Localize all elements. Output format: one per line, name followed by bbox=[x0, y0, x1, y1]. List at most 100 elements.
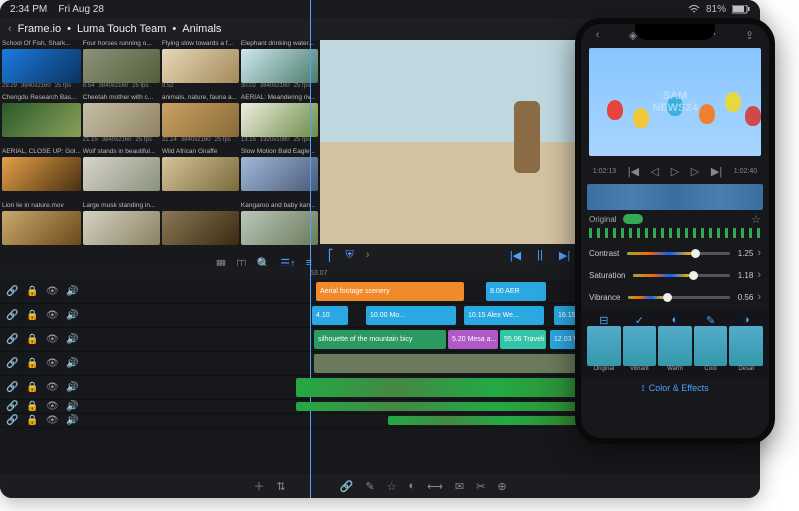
lock-track-icon[interactable]: 🔒 bbox=[26, 401, 38, 412]
timeline-clip[interactable]: 10.00 Mo... bbox=[366, 306, 456, 325]
filter-icon[interactable]: ≡ bbox=[306, 257, 312, 266]
visibility-icon[interactable]: 👁 bbox=[46, 415, 58, 426]
mail-icon[interactable]: ✉ bbox=[455, 480, 464, 493]
link-track-icon[interactable]: 🔗 bbox=[6, 310, 18, 321]
chevron-right-icon[interactable]: › bbox=[366, 249, 370, 262]
lock-track-icon[interactable]: 🔒 bbox=[26, 382, 38, 393]
link-track-icon[interactable]: 🔗 bbox=[6, 286, 18, 297]
play-icon[interactable]: ▷ bbox=[671, 165, 679, 178]
skip-back-icon[interactable]: |◀ bbox=[628, 165, 639, 178]
slider-knob[interactable] bbox=[663, 293, 672, 302]
search-icon[interactable]: 🔍 bbox=[257, 257, 271, 267]
cut-icon[interactable]: ✂ bbox=[476, 480, 485, 493]
crumb-root[interactable]: Frame.io bbox=[18, 23, 61, 35]
media-clip[interactable]: Wolf stands in beautiful... bbox=[83, 148, 160, 200]
slider-track[interactable] bbox=[628, 296, 729, 299]
chevron-right-icon[interactable]: › bbox=[757, 291, 761, 303]
mute-icon[interactable]: 🔊 bbox=[66, 415, 78, 426]
crop-icon[interactable]: ◫ bbox=[236, 257, 246, 267]
timeline-clip[interactable]: silhouette of the mountain bicy bbox=[314, 330, 446, 349]
media-clip[interactable]: Elephant drinking water... 30.023840x216… bbox=[241, 40, 318, 92]
share-icon[interactable]: ⇪ bbox=[745, 29, 754, 42]
phone-timeline-strip[interactable] bbox=[587, 184, 763, 210]
media-clip[interactable]: Cheetah mother with c... 21.153840x21602… bbox=[83, 94, 160, 146]
media-clip[interactable] bbox=[162, 202, 239, 254]
slider-track[interactable] bbox=[627, 252, 730, 255]
add-track-icon[interactable]: ＋ bbox=[253, 478, 264, 494]
timeline-clip[interactable]: Aerial footage scenery bbox=[316, 282, 464, 301]
media-clip[interactable]: Chengdu Research Bas... bbox=[2, 94, 81, 146]
reorder-icon[interactable]: ⇅ bbox=[276, 480, 285, 493]
media-clip[interactable]: AERIAL, CLOSE UP: Gol... bbox=[2, 148, 81, 200]
link-track-icon[interactable]: 🔗 bbox=[6, 401, 18, 412]
mute-icon[interactable]: 🔊 bbox=[66, 334, 78, 345]
media-clip[interactable]: Flying slow towards a f... 9.52 bbox=[162, 40, 239, 92]
phone-preview[interactable]: SAM NEWS24 bbox=[589, 48, 761, 156]
back-icon[interactable]: ‹ bbox=[596, 29, 600, 41]
mute-icon[interactable]: 🔊 bbox=[66, 358, 78, 369]
link-icon[interactable]: 🔗 bbox=[340, 480, 354, 493]
filter-preset[interactable]: ◑ Desat bbox=[729, 314, 763, 374]
media-clip[interactable]: AERIAL: Meandering riv... 13.151920x1080… bbox=[241, 94, 318, 146]
phone-bottom-tab[interactable]: ⟟ Color & Effects bbox=[581, 378, 769, 398]
mute-icon[interactable]: 🔊 bbox=[66, 382, 78, 393]
shield-icon[interactable]: ⛨ bbox=[346, 249, 354, 262]
sort-icon[interactable]: ☰↕ bbox=[280, 257, 295, 267]
slider-track[interactable] bbox=[633, 274, 729, 277]
chevron-left-icon[interactable]: ‹ bbox=[8, 23, 12, 35]
media-clip[interactable]: animals, nature, fauna a... 31.143840x21… bbox=[162, 94, 239, 146]
visibility-icon[interactable]: 👁 bbox=[46, 358, 58, 369]
lock-track-icon[interactable]: 🔒 bbox=[26, 415, 38, 426]
trim-icon[interactable]: ⟷ bbox=[427, 480, 443, 493]
original-toggle[interactable] bbox=[623, 214, 643, 224]
lock-track-icon[interactable]: 🔒 bbox=[26, 358, 38, 369]
media-clip[interactable]: School Of Fish, Shark... 29.293840x21602… bbox=[2, 40, 81, 92]
media-clip[interactable]: Slow Motion Bald Eagle... bbox=[241, 148, 318, 200]
filter-preset[interactable]: ◐ Warm bbox=[658, 314, 692, 374]
mute-icon[interactable]: 🔊 bbox=[66, 401, 78, 412]
star-icon[interactable]: ☆ bbox=[387, 480, 397, 493]
mute-icon[interactable]: 🔊 bbox=[66, 310, 78, 321]
keyframe-strip[interactable] bbox=[589, 228, 761, 238]
filter-preset[interactable]: ✓ Vibrant bbox=[623, 314, 657, 374]
media-clip[interactable]: Four horses running o... 8.543840x216025… bbox=[83, 40, 160, 92]
chevron-right-icon[interactable]: › bbox=[757, 269, 761, 281]
grid-view-icon[interactable]: ▦ bbox=[216, 257, 226, 267]
link-track-icon[interactable]: 🔗 bbox=[6, 358, 18, 369]
link-track-icon[interactable]: 🔗 bbox=[6, 334, 18, 345]
timeline-clip[interactable]: 5.20 Mesa a... bbox=[448, 330, 498, 349]
slider-knob[interactable] bbox=[691, 249, 700, 258]
filter-preset[interactable]: ✎ Cool bbox=[694, 314, 728, 374]
slider-knob[interactable] bbox=[689, 271, 698, 280]
visibility-icon[interactable]: 👁 bbox=[46, 401, 58, 412]
mark-in-icon[interactable]: ⎡ bbox=[328, 249, 334, 262]
prev-frame-button[interactable]: |◀ bbox=[510, 249, 521, 262]
timeline-clip[interactable]: 55.06 Traveli bbox=[500, 330, 546, 349]
favorite-icon[interactable]: ☆ bbox=[751, 213, 761, 226]
play-pause-button[interactable]: || bbox=[537, 249, 543, 261]
visibility-icon[interactable]: 👁 bbox=[46, 382, 58, 393]
visibility-icon[interactable]: 👁 bbox=[46, 310, 58, 321]
crumb-team[interactable]: Luma Touch Team bbox=[77, 23, 166, 35]
filter-preset[interactable]: ⊟ Original bbox=[587, 314, 621, 374]
lock-track-icon[interactable]: 🔒 bbox=[26, 310, 38, 321]
lock-track-icon[interactable]: 🔒 bbox=[26, 286, 38, 297]
link-track-icon[interactable]: 🔗 bbox=[6, 415, 18, 426]
timeline-clip[interactable]: 8.00 AER bbox=[486, 282, 546, 301]
timeline-clip[interactable]: 4.10 bbox=[312, 306, 348, 325]
step-back-icon[interactable]: ◁ bbox=[651, 165, 659, 178]
lock-track-icon[interactable]: 🔒 bbox=[26, 334, 38, 345]
step-fwd-icon[interactable]: ▷ bbox=[691, 165, 699, 178]
media-clip[interactable]: Kangaroo and baby kan... bbox=[241, 202, 318, 254]
next-frame-button[interactable]: ▶| bbox=[559, 249, 570, 262]
mute-icon[interactable]: 🔊 bbox=[66, 286, 78, 297]
visibility-icon[interactable]: 👁 bbox=[46, 334, 58, 345]
chevron-right-icon[interactable]: › bbox=[757, 247, 761, 259]
crumb-folder[interactable]: Animals bbox=[182, 23, 221, 35]
link-track-icon[interactable]: 🔗 bbox=[6, 382, 18, 393]
add-clip-icon[interactable]: ⊕ bbox=[497, 480, 506, 493]
edit-icon[interactable]: ✎ bbox=[365, 480, 374, 493]
mask-icon[interactable]: ◐ bbox=[408, 480, 415, 492]
media-clip[interactable]: Lion lie in nature.mov bbox=[2, 202, 81, 254]
skip-fwd-icon[interactable]: ▶| bbox=[711, 165, 722, 178]
